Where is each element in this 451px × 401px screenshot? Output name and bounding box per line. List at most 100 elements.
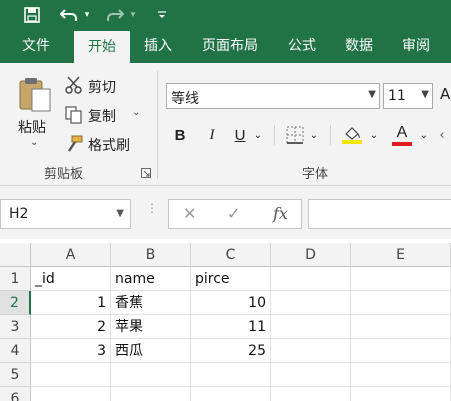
cell-a4[interactable]: 3 xyxy=(31,339,111,363)
tab-insert[interactable]: 插入 xyxy=(134,30,182,63)
tab-review[interactable]: 审阅 xyxy=(392,30,440,63)
cell-b6[interactable] xyxy=(111,387,191,401)
font-size-combo[interactable]: 11 ▼ xyxy=(383,83,433,109)
fill-color-dropdown-icon[interactable]: ⌄ xyxy=(368,123,380,147)
cell-e1[interactable] xyxy=(351,267,451,291)
cell-d4[interactable] xyxy=(271,339,351,363)
cell-a5[interactable] xyxy=(31,363,111,387)
chevron-down-icon[interactable]: ▼ xyxy=(116,208,124,219)
cell-b2[interactable]: 香蕉 xyxy=(111,291,191,315)
cell-d3[interactable] xyxy=(271,315,351,339)
splitter-handle-icon[interactable]: ⋮ xyxy=(146,202,158,223)
cancel-icon[interactable]: ✕ xyxy=(183,204,196,223)
cut-icon[interactable] xyxy=(64,75,84,95)
tab-data[interactable]: 数据 xyxy=(334,30,384,63)
cell-d1[interactable] xyxy=(271,267,351,291)
font-group-label: 字体 xyxy=(302,167,329,182)
cell-b3[interactable]: 苹果 xyxy=(111,315,191,339)
format-painter-icon[interactable] xyxy=(64,134,84,154)
bold-button[interactable]: B xyxy=(170,123,190,147)
column-header-d[interactable]: D xyxy=(271,243,351,267)
formula-bar: H2 ▼ ⋮ ✕ ✓ fx xyxy=(0,187,451,239)
redo-icon xyxy=(104,4,126,26)
font-name-value: 等线 xyxy=(171,91,199,107)
column-header-e[interactable]: E xyxy=(351,243,451,267)
cell-c4[interactable]: 25 xyxy=(191,339,271,363)
row-header-3[interactable]: 3 xyxy=(0,315,31,339)
column-header-a[interactable]: A xyxy=(31,243,111,267)
enter-icon[interactable]: ✓ xyxy=(227,204,240,223)
cell-b4[interactable]: 西瓜 xyxy=(111,339,191,363)
spreadsheet-grid: A B C D E 1 _id name pirce 2 1 香蕉 10 3 2 苹果 11 4 3 西瓜 25 5 6 xyxy=(0,239,451,401)
cell-b1[interactable]: name xyxy=(111,267,191,291)
save-icon[interactable] xyxy=(20,4,44,26)
dialog-launcher-icon[interactable] xyxy=(141,167,151,178)
cell-d5[interactable] xyxy=(271,363,351,387)
tab-formulas[interactable]: 公式 xyxy=(278,30,326,63)
cell-d2[interactable] xyxy=(271,291,351,315)
row-header-6[interactable]: 6 xyxy=(0,387,31,401)
borders-icon[interactable] xyxy=(284,123,306,147)
cell-a1[interactable]: _id xyxy=(31,267,111,291)
tab-file[interactable]: 文件 xyxy=(8,30,64,63)
chevron-left-icon[interactable]: ‹ xyxy=(436,123,448,147)
font-color-icon[interactable]: A xyxy=(390,123,414,147)
name-box-value: H2 xyxy=(9,206,29,222)
cell-e2[interactable] xyxy=(351,291,451,315)
font-color-dropdown-icon[interactable]: ⌄ xyxy=(418,123,430,147)
cell-c1[interactable]: pirce xyxy=(191,267,271,291)
customize-quick-access-icon[interactable] xyxy=(154,4,170,26)
select-all-corner[interactable] xyxy=(0,243,31,267)
tab-page-layout[interactable]: 页面布局 xyxy=(192,30,268,63)
cell-c2[interactable]: 10 xyxy=(191,291,271,315)
name-box[interactable]: H2 ▼ xyxy=(0,199,131,229)
cell-a3[interactable]: 2 xyxy=(31,315,111,339)
row-header-1[interactable]: 1 xyxy=(0,267,31,291)
copy-button[interactable]: 复制 xyxy=(88,106,116,126)
quick-access-toolbar: ▾ ▾ xyxy=(0,0,451,30)
underline-dropdown-icon[interactable]: ⌄ xyxy=(252,123,264,147)
redo-dropdown-icon: ▾ xyxy=(130,10,136,20)
font-name-combo[interactable]: 等线 ▼ xyxy=(166,83,380,109)
cell-c5[interactable] xyxy=(191,363,271,387)
underline-button[interactable]: U xyxy=(230,123,250,147)
row-header-2[interactable]: 2 xyxy=(0,291,31,315)
cut-button[interactable]: 剪切 xyxy=(88,77,116,97)
group-separator xyxy=(157,71,158,179)
copy-dropdown-icon[interactable]: ⌄ xyxy=(132,107,140,118)
undo-dropdown-icon[interactable]: ▾ xyxy=(80,4,94,26)
fill-color-icon[interactable] xyxy=(340,123,364,147)
copy-icon[interactable] xyxy=(64,105,84,125)
undo-icon[interactable] xyxy=(58,4,80,26)
cell-e6[interactable] xyxy=(351,387,451,401)
cell-e3[interactable] xyxy=(351,315,451,339)
ribbon-home: 粘贴 ⌄ 剪切 复制 ⌄ 格式刷 剪贴板 等线 ▼ 11 ▼ A B I U ⌄… xyxy=(0,63,451,186)
column-header-b[interactable]: B xyxy=(111,243,191,267)
paste-icon[interactable] xyxy=(14,75,54,115)
row-header-5[interactable]: 5 xyxy=(0,363,31,387)
cell-e5[interactable] xyxy=(351,363,451,387)
row-header-4[interactable]: 4 xyxy=(0,339,31,363)
fill-color-swatch xyxy=(342,140,362,144)
tab-home[interactable]: 开始 xyxy=(74,31,130,63)
cell-c6[interactable] xyxy=(191,387,271,401)
chevron-down-icon[interactable]: ▼ xyxy=(421,89,429,100)
font-size-value: 11 xyxy=(388,88,406,104)
insert-function-icon[interactable]: fx xyxy=(273,204,288,223)
format-painter-button[interactable]: 格式刷 xyxy=(88,135,130,155)
borders-dropdown-icon[interactable]: ⌄ xyxy=(308,123,320,147)
column-header-c[interactable]: C xyxy=(191,243,271,267)
cell-d6[interactable] xyxy=(271,387,351,401)
paste-button[interactable]: 粘贴 xyxy=(18,117,46,137)
paste-dropdown-icon[interactable]: ⌄ xyxy=(30,137,38,148)
cell-a6[interactable] xyxy=(31,387,111,401)
cell-b5[interactable] xyxy=(111,363,191,387)
button-separator xyxy=(274,125,275,145)
chevron-down-icon[interactable]: ▼ xyxy=(368,89,376,100)
cell-a2[interactable]: 1 xyxy=(31,291,111,315)
increase-font-size-icon[interactable]: A xyxy=(440,85,450,103)
cell-e4[interactable] xyxy=(351,339,451,363)
cell-c3[interactable]: 11 xyxy=(191,315,271,339)
italic-button[interactable]: I xyxy=(202,123,222,147)
formula-input[interactable] xyxy=(308,199,451,229)
